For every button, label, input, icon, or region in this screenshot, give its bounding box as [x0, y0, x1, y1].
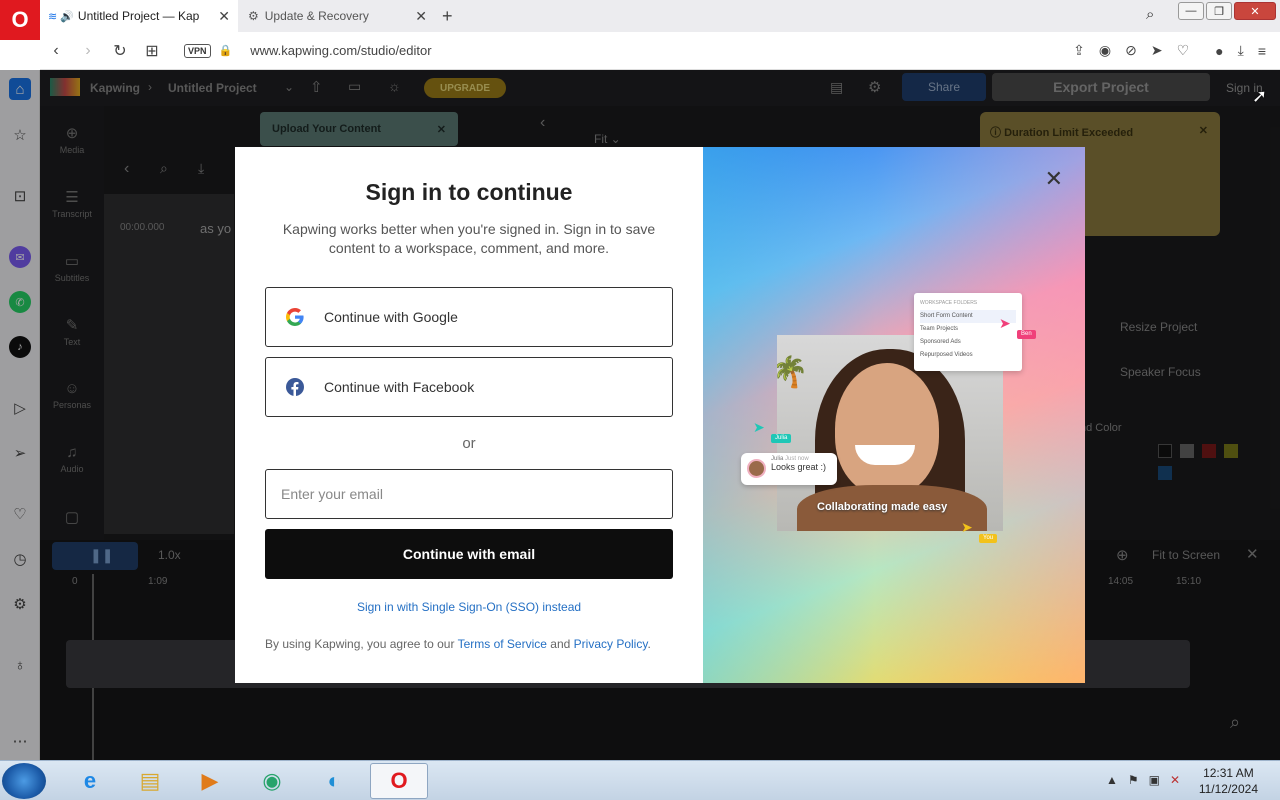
system-tray: ▲ ⚑ ▣ ✕ [1106, 773, 1180, 787]
legal-prefix: By using Kapwing, you agree to our [265, 637, 455, 651]
legal-text: By using Kapwing, you agree to our Terms… [265, 637, 651, 651]
folder-item: Repurposed Videos [920, 352, 973, 358]
sign-in-form: Sign in to continue Kapwing works better… [235, 147, 703, 683]
cursor-teal-icon: ➤ [753, 419, 765, 435]
cursor-tag-julia: Julia [771, 434, 792, 443]
minimize-button[interactable]: — [1178, 2, 1204, 20]
tab-kapwing[interactable]: ≋ 🔊 Untitled Project — Kap ✕ [40, 0, 238, 32]
app-globe-icon[interactable]: ◉ [246, 763, 298, 799]
terms-of-service-link[interactable]: Terms of Service [458, 637, 547, 651]
close-tab-icon[interactable]: ✕ [415, 8, 427, 25]
opera-logo-icon[interactable]: O [0, 0, 40, 40]
or-divider: or [462, 435, 476, 452]
cursor-yellow-icon: ➤ [961, 519, 973, 535]
tabs-grid-icon[interactable]: ⊞ [136, 41, 168, 61]
media-player-icon[interactable]: ▶ [184, 763, 236, 799]
edge-icon[interactable]: ◐ [308, 763, 360, 799]
send-icon[interactable]: ➤ [1151, 42, 1163, 59]
start-button[interactable] [2, 763, 46, 799]
workspace-folders-card: WORKSPACE FOLDERS Short Form Content Tea… [914, 293, 1022, 371]
modal-illustration: ✕ 🌴 Collaborating made easy WORKSPACE FO… [703, 147, 1085, 683]
vpn-badge[interactable]: VPN [184, 43, 211, 58]
back-icon[interactable]: ‹ [40, 42, 72, 60]
email-input[interactable] [265, 469, 673, 519]
lock-icon[interactable]: 🔒 [219, 44, 233, 57]
network-icon[interactable]: ▣ [1149, 773, 1160, 787]
forward-icon[interactable]: › [72, 42, 104, 60]
comment-text: Looks great :) [771, 462, 827, 472]
modal-title: Sign in to continue [365, 179, 573, 205]
privacy-policy-link[interactable]: Privacy Policy [574, 637, 648, 651]
adblock-icon[interactable]: ⊘ [1125, 42, 1137, 59]
new-tab-button[interactable]: + [442, 6, 453, 27]
continue-with-facebook-button[interactable]: Continue with Facebook [265, 357, 673, 417]
address-bar: ‹ › ↻ ⊞ VPN 🔒 www.kapwing.com/studio/edi… [40, 32, 1280, 70]
settings-gear-icon: ⚙ [248, 9, 259, 23]
system-clock[interactable]: 12:31 AM 11/12/2024 [1199, 765, 1258, 797]
continue-with-email-button[interactable]: Continue with email [265, 529, 673, 579]
illustration-caption: Collaborating made easy [817, 501, 948, 513]
file-explorer-icon[interactable]: ▤ [124, 763, 176, 799]
tab-title: Update & Recovery [264, 9, 369, 23]
volume-muted-icon[interactable]: ✕ [1170, 773, 1180, 787]
modal-close-icon[interactable]: ✕ [1045, 168, 1063, 190]
speaker-icon: ≋ [48, 10, 58, 23]
modal-subtitle: Kapwing works better when you're signed … [282, 221, 656, 256]
cursor-pink-icon: ➤ [999, 315, 1011, 331]
avatar [747, 459, 766, 478]
comment-bubble: Julia Just now Looks great :) [741, 453, 837, 485]
photo-face [835, 363, 939, 495]
download-icon[interactable]: ⤓ [1238, 42, 1244, 59]
maximize-button[interactable]: ❐ [1206, 2, 1232, 20]
legal-and: and [550, 637, 571, 651]
facebook-button-label: Continue with Facebook [324, 379, 475, 395]
opera-taskbar-icon[interactable]: O [370, 763, 428, 799]
show-hidden-icons[interactable]: ▲ [1106, 773, 1118, 787]
tab-title: Untitled Project — Kap [77, 9, 200, 23]
window-controls: — ❐ ✕ [1174, 0, 1280, 22]
menu-icon[interactable]: ≡ [1258, 43, 1266, 59]
clock-date: 11/12/2024 [1198, 782, 1258, 796]
volume-icon[interactable]: 🔊 [60, 10, 74, 23]
cursor-tag-ben: Ben [1017, 330, 1036, 339]
facebook-icon [266, 378, 324, 396]
google-button-label: Continue with Google [324, 309, 458, 325]
url-field[interactable]: www.kapwing.com/studio/editor [250, 43, 431, 58]
folder-item: Sponsored Ads [920, 339, 961, 345]
flag-icon[interactable]: ⚑ [1128, 773, 1139, 787]
legal-suffix: . [647, 637, 651, 651]
reload-icon[interactable]: ↻ [104, 41, 136, 61]
profile-icon[interactable]: ● [1215, 43, 1223, 59]
heart-icon[interactable]: ♡ [1177, 42, 1190, 59]
continue-with-google-button[interactable]: Continue with Google [265, 287, 673, 347]
tab-search-icon[interactable]: ⌕ [1146, 6, 1154, 23]
google-icon [266, 308, 324, 326]
clock-time: 12:31 AM [1203, 766, 1254, 780]
folders-header: WORKSPACE FOLDERS [920, 300, 978, 306]
window-close-button[interactable]: ✕ [1234, 2, 1276, 20]
cursor-tag-you: You [979, 534, 998, 543]
mouse-pointer-icon: ➚ [1252, 86, 1268, 106]
address-bar-actions: ⇪ ◉ ⊘ ➤ ♡ ● ⤓ ≡ [1073, 42, 1280, 59]
windows-taskbar: e ▤ ▶ ◉ ◐ O ▲ ⚑ ▣ ✕ 12:31 AM 11/12/2024 [0, 760, 1280, 800]
internet-explorer-icon[interactable]: e [64, 763, 116, 799]
camera-icon[interactable]: ◉ [1099, 42, 1111, 59]
sign-in-modal: Sign in to continue Kapwing works better… [235, 147, 1085, 683]
tab-update-recovery[interactable]: ⚙ Update & Recovery ✕ [240, 0, 435, 32]
sso-link[interactable]: Sign in with Single Sign-On (SSO) instea… [235, 600, 703, 614]
close-tab-icon[interactable]: ✕ [218, 8, 230, 25]
share-icon[interactable]: ⇪ [1073, 42, 1085, 59]
